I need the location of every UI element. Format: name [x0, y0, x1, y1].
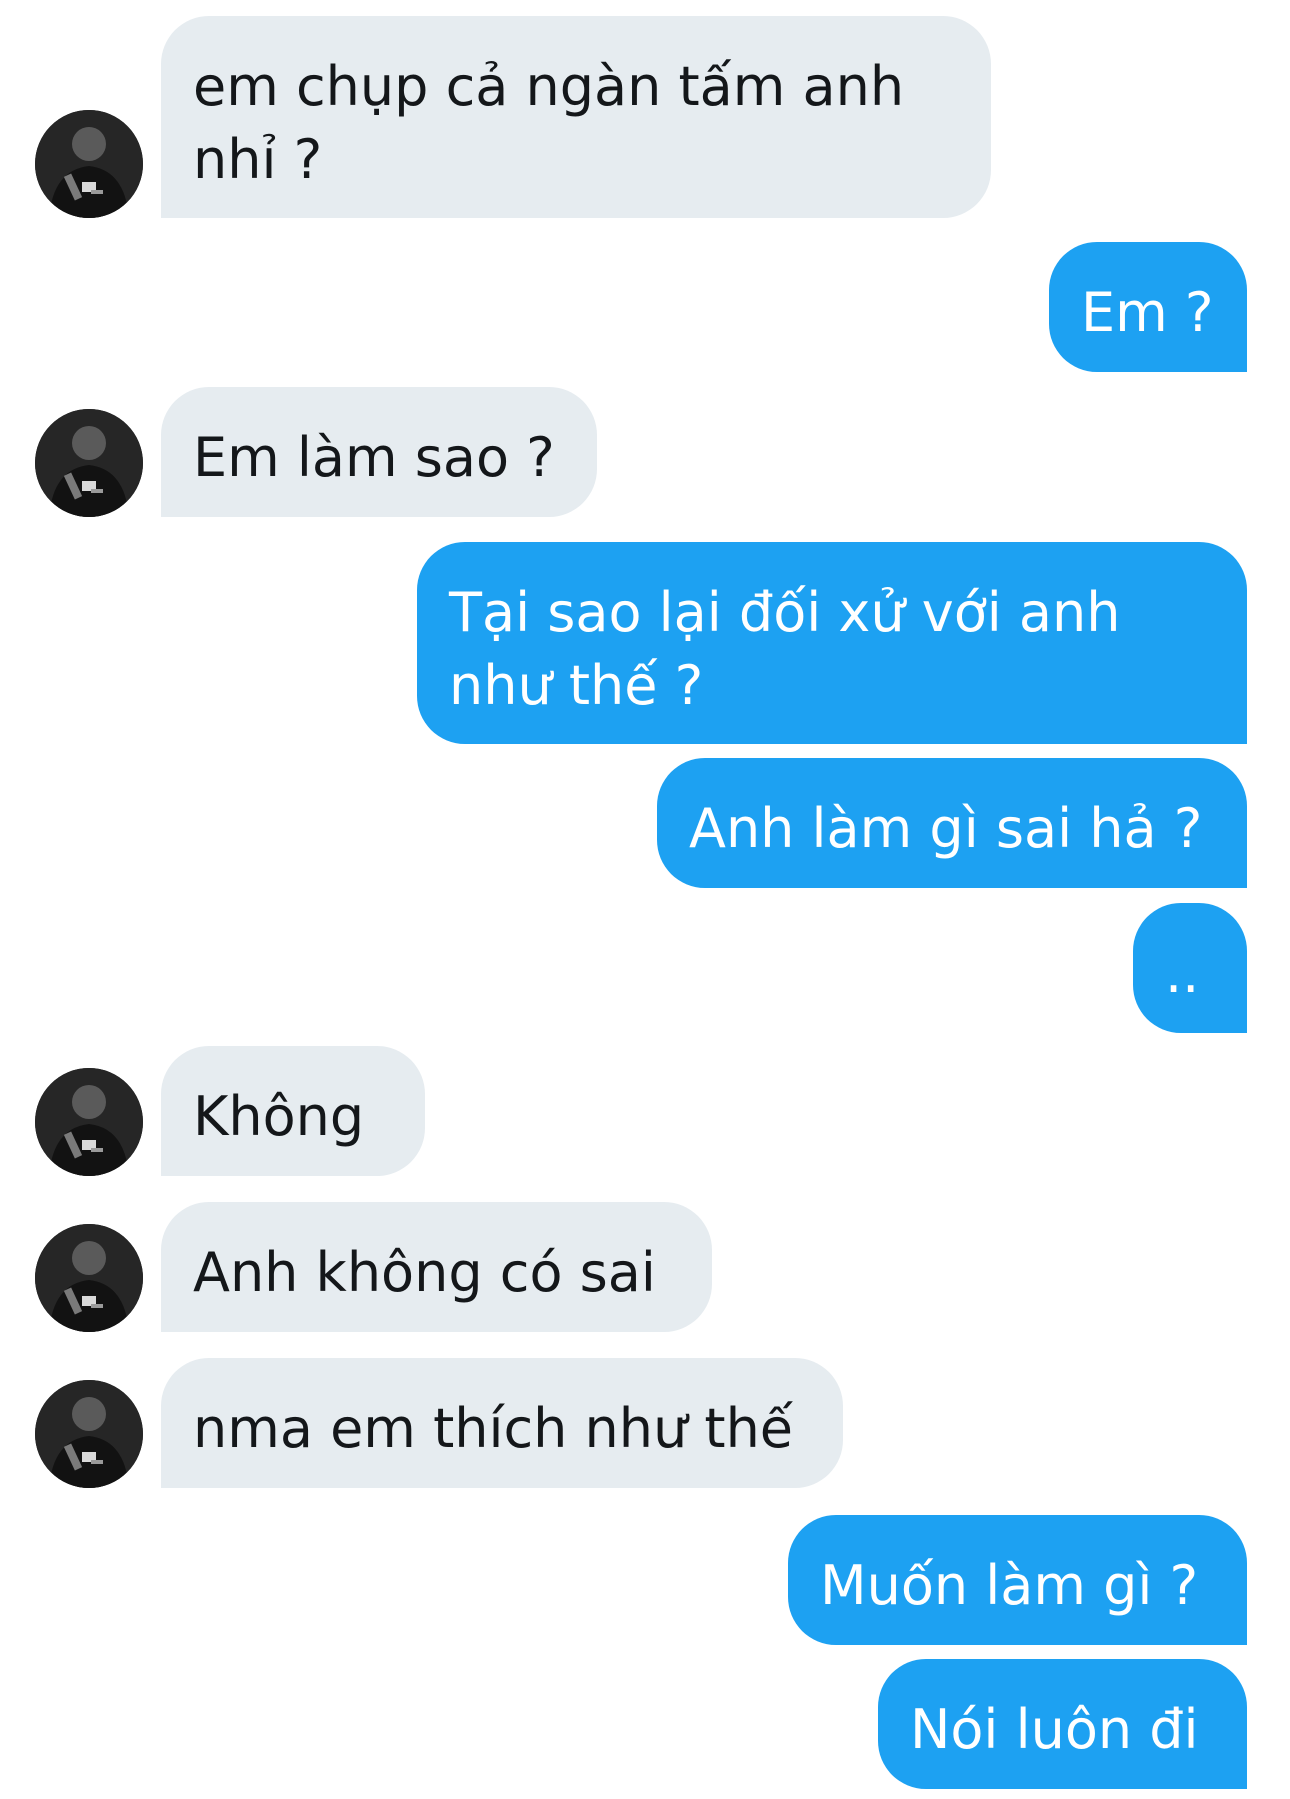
contact-avatar[interactable]: [35, 110, 143, 218]
contact-avatar[interactable]: [35, 1224, 143, 1332]
contact-avatar[interactable]: [35, 1380, 143, 1488]
received-message-bubble[interactable]: nma em thích như thế: [161, 1358, 843, 1488]
avatar-photo-icon: [35, 1380, 143, 1488]
sent-message-bubble[interactable]: Tại sao lại đối xử với anh như thế ?: [417, 542, 1247, 744]
received-message-bubble[interactable]: Không: [161, 1046, 425, 1176]
avatar-photo-icon: [35, 110, 143, 218]
sent-message-bubble[interactable]: Anh làm gì sai hả ?: [657, 758, 1247, 888]
sent-message-bubble[interactable]: ..: [1133, 903, 1247, 1033]
received-message-bubble[interactable]: Em làm sao ?: [161, 387, 597, 517]
sent-message-bubble[interactable]: Nói luôn đi: [878, 1659, 1247, 1789]
sent-message-bubble[interactable]: Muốn làm gì ?: [788, 1515, 1247, 1645]
received-message-bubble[interactable]: em chụp cả ngàn tấm anh nhỉ ?: [161, 16, 991, 218]
received-message-bubble[interactable]: Anh không có sai: [161, 1202, 712, 1332]
avatar-photo-icon: [35, 1068, 143, 1176]
contact-avatar[interactable]: [35, 409, 143, 517]
sent-message-bubble[interactable]: Em ?: [1049, 242, 1247, 372]
avatar-photo-icon: [35, 1224, 143, 1332]
contact-avatar[interactable]: [35, 1068, 143, 1176]
avatar-photo-icon: [35, 409, 143, 517]
